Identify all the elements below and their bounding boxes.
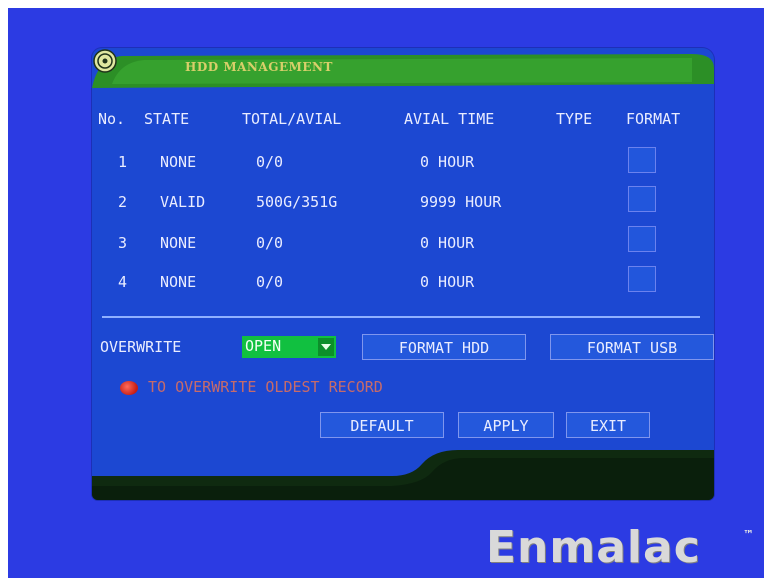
overwrite-label: OVERWRITE — [100, 338, 182, 356]
hdd-management-panel: HDD MANAGEMENT No. STATE TOTAL/AVIAL AVI… — [92, 48, 714, 500]
apply-button[interactable]: APPLY — [458, 412, 554, 438]
row-total: 0/0 — [256, 234, 284, 252]
screen: HDD MANAGEMENT No. STATE TOTAL/AVIAL AVI… — [8, 8, 764, 578]
row-no: 4 — [118, 273, 128, 291]
row-state: NONE — [160, 234, 197, 252]
format-checkbox[interactable] — [628, 226, 656, 252]
default-button[interactable]: DEFAULT — [320, 412, 444, 438]
row-total: 500G/351G — [256, 193, 338, 211]
column-header-format: FORMAT — [626, 110, 681, 128]
column-header-total: TOTAL/AVIAL — [242, 110, 342, 128]
row-time: 0 HOUR — [420, 153, 475, 171]
column-header-time: AVIAL TIME — [404, 110, 495, 128]
chevron-down-icon[interactable] — [318, 338, 334, 356]
panel-title: HDD MANAGEMENT — [185, 60, 333, 74]
column-header-no: No. — [98, 110, 126, 128]
section-divider — [102, 316, 700, 318]
row-state: NONE — [160, 273, 197, 291]
hdd-icon — [93, 49, 117, 73]
overwrite-value: OPEN — [245, 337, 282, 355]
brand-logo: Enmalac — [486, 522, 701, 573]
column-header-state: STATE — [144, 110, 190, 128]
row-total: 0/0 — [256, 153, 284, 171]
row-time: 0 HOUR — [420, 234, 475, 252]
format-hdd-button[interactable]: FORMAT HDD — [362, 334, 526, 360]
row-time: 0 HOUR — [420, 273, 475, 291]
row-state: VALID — [160, 193, 206, 211]
format-checkbox[interactable] — [628, 186, 656, 212]
format-usb-button[interactable]: FORMAT USB — [550, 334, 714, 360]
overwrite-select[interactable]: OPEN — [242, 336, 336, 358]
format-checkbox[interactable] — [628, 266, 656, 292]
row-time: 9999 HOUR — [420, 193, 502, 211]
exit-button[interactable]: EXIT — [566, 412, 650, 438]
row-total: 0/0 — [256, 273, 284, 291]
column-header-type: TYPE — [556, 110, 593, 128]
row-no: 2 — [118, 193, 128, 211]
record-indicator-icon — [120, 381, 138, 395]
overwrite-hint: TO OVERWRITE OLDEST RECORD — [148, 378, 383, 396]
row-no: 3 — [118, 234, 128, 252]
brand-trademark: ™ — [743, 528, 754, 541]
row-state: NONE — [160, 153, 197, 171]
row-no: 1 — [118, 153, 128, 171]
panel-header: HDD MANAGEMENT — [92, 48, 714, 92]
panel-footer-shape — [92, 450, 714, 500]
format-checkbox[interactable] — [628, 147, 656, 173]
